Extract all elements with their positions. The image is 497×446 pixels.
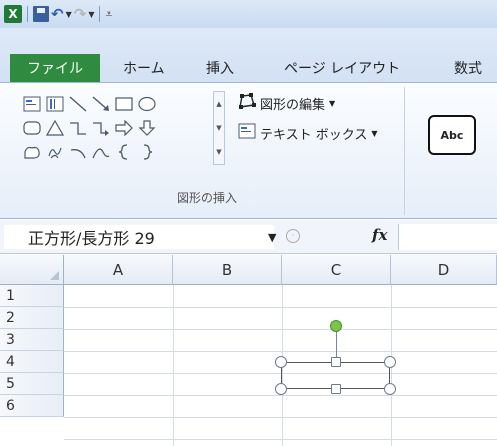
grid-line: [173, 285, 174, 446]
formula-bar: 正方形/長方形 29 ▼ · fx: [0, 220, 497, 254]
shapes-gallery: [22, 93, 230, 165]
row-header-5[interactable]: 5: [0, 373, 64, 395]
grid-line: [64, 307, 497, 308]
ribbon-tabs: ファイル ホーム 挿入 ページ レイアウト 数式: [0, 28, 497, 82]
row-header-1[interactable]: 1: [0, 285, 64, 307]
edit-shape-button[interactable]: 図形の編集 ▼: [238, 93, 335, 113]
resize-handle-bottom-right[interactable]: [384, 383, 396, 395]
elbow-arrow-connector-shape-icon[interactable]: [91, 118, 111, 138]
rounded-rectangle-shape-icon[interactable]: [22, 118, 42, 138]
column-header-b[interactable]: B: [173, 255, 282, 285]
rotation-line: [336, 332, 337, 358]
cancel-icon[interactable]: ·: [286, 229, 300, 243]
resize-handle-bottom[interactable]: [331, 384, 341, 394]
arc-shape-icon[interactable]: [68, 142, 88, 162]
triangle-shape-icon[interactable]: [45, 118, 65, 138]
edit-shape-label: 図形の編集: [260, 97, 326, 113]
gallery-row: [22, 93, 157, 115]
rotation-handle[interactable]: [330, 320, 342, 332]
tab-page-layout[interactable]: ページ レイアウト: [284, 54, 400, 82]
text-box-label: テキスト ボックス: [260, 127, 368, 143]
gallery-row: [22, 141, 157, 163]
redo-icon[interactable]: ↷: [74, 5, 87, 23]
text-box-icon: [238, 123, 256, 143]
grid-line: [64, 329, 497, 330]
gallery-scroll-down-icon[interactable]: ▼: [216, 124, 221, 132]
rectangle-shape-icon[interactable]: [114, 94, 134, 114]
worksheet-grid[interactable]: A B C D 1 2 3 4 5 6: [0, 255, 497, 446]
right-brace-shape-icon[interactable]: [137, 142, 157, 162]
row-header-3[interactable]: 3: [0, 329, 64, 351]
textbox-shape-icon[interactable]: [22, 94, 42, 114]
oval-shape-icon[interactable]: [137, 94, 157, 114]
excel-app-icon[interactable]: X: [4, 5, 22, 23]
formula-input[interactable]: [398, 224, 497, 250]
grid-line: [64, 439, 497, 440]
gallery-scroll-up-icon[interactable]: ▲: [216, 100, 221, 108]
tab-formulas[interactable]: 数式: [454, 54, 482, 82]
name-box[interactable]: 正方形/長方形 29 ▼: [4, 225, 276, 249]
row-header-4[interactable]: 4: [0, 351, 64, 373]
column-header-a[interactable]: A: [64, 255, 173, 285]
tab-home[interactable]: ホーム: [123, 54, 165, 82]
right-arrow-shape-icon[interactable]: [114, 118, 134, 138]
gallery-row: [22, 117, 157, 139]
select-all-button[interactable]: [0, 255, 64, 285]
quick-access-toolbar: X ↶ ▼ ↷ ▼ ⩡: [0, 0, 497, 28]
resize-handle-top-left[interactable]: [275, 356, 287, 368]
insert-function-icon[interactable]: fx: [372, 226, 387, 244]
grid-line: [64, 351, 497, 352]
chevron-down-icon: ▼: [329, 98, 336, 108]
scribble-shape-icon[interactable]: [45, 142, 65, 162]
group-divider: [404, 87, 405, 215]
ribbon-panel: ▲ ▼ ▼ 図形の編集 ▼ テキスト ボックス ▼ 図形の挿入 Abc: [0, 82, 497, 219]
curve-shape-icon[interactable]: [91, 142, 111, 162]
vertical-textbox-shape-icon[interactable]: [45, 94, 65, 114]
tab-insert[interactable]: 挿入: [206, 54, 234, 82]
grid-line: [64, 395, 497, 396]
freeform-shape-icon[interactable]: [22, 142, 42, 162]
column-header-c[interactable]: C: [282, 255, 391, 285]
shape-style-button[interactable]: Abc: [428, 115, 476, 155]
name-box-value: 正方形/長方形 29: [28, 229, 155, 248]
row-header-6[interactable]: 6: [0, 395, 64, 417]
undo-dropdown-icon[interactable]: ▼: [66, 10, 72, 19]
redo-dropdown-icon[interactable]: ▼: [88, 10, 94, 19]
name-box-dropdown-icon[interactable]: ▼: [268, 231, 276, 244]
text-box-button[interactable]: テキスト ボックス ▼: [238, 123, 378, 143]
line-shape-icon[interactable]: [68, 94, 88, 114]
tab-file[interactable]: ファイル: [10, 54, 100, 82]
insert-shapes-group-label: 図形の挿入: [176, 191, 237, 205]
down-arrow-shape-icon[interactable]: [137, 118, 157, 138]
edit-shape-icon: [238, 93, 256, 113]
grid-line: [64, 417, 497, 418]
save-icon[interactable]: [33, 6, 49, 22]
elbow-connector-shape-icon[interactable]: [68, 118, 88, 138]
chevron-down-icon: ▼: [371, 128, 378, 138]
gallery-more-icon[interactable]: ▼: [216, 148, 221, 156]
resize-handle-top-right[interactable]: [384, 356, 396, 368]
resize-handle-bottom-left[interactable]: [275, 383, 287, 395]
column-header-d[interactable]: D: [391, 255, 497, 285]
resize-handle-top[interactable]: [331, 357, 341, 367]
gallery-scrollbar[interactable]: ▲ ▼ ▼: [213, 91, 225, 165]
arrow-line-shape-icon[interactable]: [91, 94, 111, 114]
toolbar-separator: [27, 6, 28, 22]
toolbar-separator: [99, 6, 101, 22]
customize-icon[interactable]: ⩡: [105, 7, 112, 22]
left-brace-shape-icon[interactable]: [114, 142, 134, 162]
undo-icon[interactable]: ↶: [51, 5, 64, 23]
row-header-2[interactable]: 2: [0, 307, 64, 329]
